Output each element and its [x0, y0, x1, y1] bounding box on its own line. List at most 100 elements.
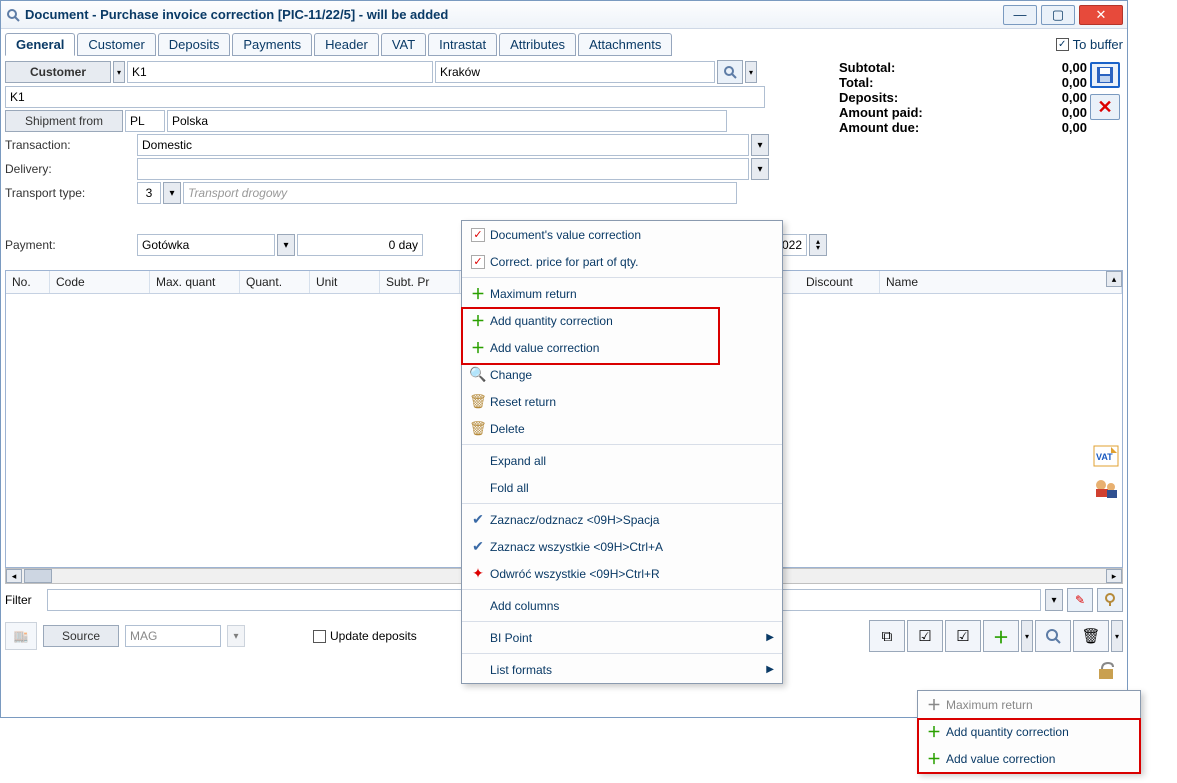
tool-delete-button[interactable]: 🗑: [1073, 620, 1109, 652]
lock-side-button[interactable]: [1091, 657, 1121, 683]
update-deposits-checkbox[interactable]: Update deposits: [313, 629, 417, 643]
payment-date-spinner[interactable]: ▴▾: [809, 234, 827, 256]
col-unit[interactable]: Unit: [310, 271, 380, 293]
customer-search-expand-button[interactable]: ▾: [745, 61, 757, 83]
delivery-field[interactable]: [137, 158, 749, 180]
deposits-label: Deposits:: [839, 90, 898, 105]
cm-delete[interactable]: 🗑Delete: [462, 415, 782, 442]
col-subt-pr[interactable]: Subt. Pr: [380, 271, 460, 293]
cm-add-columns[interactable]: Add columns: [462, 592, 782, 619]
shipment-from-button[interactable]: Shipment from: [5, 110, 123, 132]
transport-type-label: Transport type:: [5, 186, 135, 200]
tool-check2-button[interactable]: ☑: [945, 620, 981, 652]
save-button[interactable]: [1090, 62, 1120, 88]
cm-maximum-return[interactable]: ＋Maximum return: [462, 280, 782, 307]
payment-method-dropdown-button[interactable]: ▾: [277, 234, 295, 256]
transport-type-name-field[interactable]: Transport drogowy: [183, 182, 737, 204]
tab-attachments[interactable]: Attachments: [578, 33, 672, 56]
col-max-quant[interactable]: Max. quant: [150, 271, 240, 293]
cm-expand-all[interactable]: Expand all: [462, 447, 782, 474]
filter-apply-button[interactable]: ✎: [1067, 588, 1093, 612]
cm-odwroc-wszystkie[interactable]: ✦Odwróć wszystkie <09H>Ctrl+R: [462, 560, 782, 587]
scroll-up-button[interactable]: ▴: [1106, 271, 1122, 287]
cm-zaznacz-wszystkie[interactable]: ✔Zaznacz wszystkie <09H>Ctrl+A: [462, 533, 782, 560]
tool-add-button[interactable]: ＋: [983, 620, 1019, 652]
customer-name-field[interactable]: K1: [5, 86, 765, 108]
payment-days-field[interactable]: 0 day: [297, 234, 423, 256]
tab-deposits[interactable]: Deposits: [158, 33, 231, 56]
cm-add-value-correction[interactable]: ＋Add value correction: [462, 334, 782, 361]
customer-expand-button[interactable]: ▾: [113, 61, 125, 83]
total-value: 0,00: [1062, 75, 1087, 90]
sm-add-quantity-correction[interactable]: ＋Add quantity correction: [918, 718, 1140, 745]
cm-reset-return[interactable]: 🗑Reset return: [462, 388, 782, 415]
filter-dropdown-button[interactable]: ▾: [1045, 589, 1063, 611]
shipment-country-code-field[interactable]: PL: [125, 110, 165, 132]
col-name[interactable]: Name: [880, 271, 1122, 293]
vat-side-button[interactable]: VAT: [1091, 443, 1121, 469]
tool-search-button[interactable]: [1035, 620, 1071, 652]
total-label: Total:: [839, 75, 873, 90]
amount-paid-value: 0,00: [1062, 105, 1087, 120]
cm-fold-all[interactable]: Fold all: [462, 474, 782, 501]
tab-attributes[interactable]: Attributes: [499, 33, 576, 56]
tab-customer[interactable]: Customer: [77, 33, 155, 56]
cancel-button[interactable]: ✕: [1090, 94, 1120, 120]
source-button[interactable]: Source: [43, 625, 119, 647]
source-dropdown-button[interactable]: ▾: [227, 625, 245, 647]
scroll-right-button[interactable]: ▸: [1106, 569, 1122, 583]
people-side-button[interactable]: [1091, 475, 1121, 501]
transaction-dropdown-button[interactable]: ▾: [751, 134, 769, 156]
to-buffer-label: To buffer: [1073, 37, 1123, 52]
transaction-field[interactable]: Domestic: [137, 134, 749, 156]
col-quant[interactable]: Quant.: [240, 271, 310, 293]
tool-check1-button[interactable]: ☑: [907, 620, 943, 652]
context-menu: ✓Document's value correction ✓Correct. p…: [461, 220, 783, 684]
titlebar: Document - Purchase invoice correction […: [1, 1, 1127, 29]
col-code[interactable]: Code: [50, 271, 150, 293]
scroll-thumb[interactable]: [24, 569, 52, 583]
tool-add-expand-button[interactable]: ▾: [1021, 620, 1033, 652]
update-deposits-label: Update deposits: [330, 629, 417, 643]
submenu-arrow-icon: ▶: [766, 632, 774, 643]
minimize-button[interactable]: —: [1003, 5, 1037, 25]
scroll-left-button[interactable]: ◂: [6, 569, 22, 583]
col-no[interactable]: No.: [6, 271, 50, 293]
maximize-button[interactable]: ▢: [1041, 5, 1075, 25]
tab-general[interactable]: General: [5, 33, 75, 56]
delivery-label: Delivery:: [5, 162, 135, 176]
customer-city-field[interactable]: Kraków: [435, 61, 715, 83]
sm-maximum-return[interactable]: ＋Maximum return: [918, 691, 1140, 718]
tool-copy-button[interactable]: ⧉: [869, 620, 905, 652]
to-buffer-checkbox[interactable]: ✓ To buffer: [1056, 37, 1123, 52]
customer-button[interactable]: Customer: [5, 61, 111, 83]
cm-add-quantity-correction[interactable]: ＋Add quantity correction: [462, 307, 782, 334]
deposits-value: 0,00: [1062, 90, 1087, 105]
tab-payments[interactable]: Payments: [232, 33, 312, 56]
tab-vat[interactable]: VAT: [381, 33, 426, 56]
shipment-country-field[interactable]: Polska: [167, 110, 727, 132]
transport-type-dropdown-button[interactable]: ▾: [163, 182, 181, 204]
tab-header[interactable]: Header: [314, 33, 379, 56]
tool-delete-expand-button[interactable]: ▾: [1111, 620, 1123, 652]
cm-bi-point[interactable]: BI Point▶: [462, 624, 782, 651]
tab-intrastat[interactable]: Intrastat: [428, 33, 497, 56]
close-button[interactable]: ✕: [1079, 5, 1123, 25]
cm-document-value-correction[interactable]: ✓Document's value correction: [462, 221, 782, 248]
customer-code-field[interactable]: K1: [127, 61, 433, 83]
source-field[interactable]: MAG: [125, 625, 221, 647]
warehouse-button[interactable]: 🏬: [5, 622, 37, 650]
payment-method-field[interactable]: Gotówka: [137, 234, 275, 256]
transaction-label: Transaction:: [5, 138, 135, 152]
filter-config-button[interactable]: [1097, 588, 1123, 612]
sm-add-value-correction[interactable]: ＋Add value correction: [918, 745, 1140, 772]
transport-type-number-field[interactable]: 3: [137, 182, 161, 204]
delivery-dropdown-button[interactable]: ▾: [751, 158, 769, 180]
cm-change[interactable]: 🔍Change: [462, 361, 782, 388]
subtotal-value: 0,00: [1062, 60, 1087, 75]
cm-correct-price-part-qty[interactable]: ✓Correct. price for part of qty.: [462, 248, 782, 275]
cm-list-formats[interactable]: List formats▶: [462, 656, 782, 683]
customer-search-button[interactable]: [717, 60, 743, 84]
cm-zaznacz-odznacz[interactable]: ✔Zaznacz/odznacz <09H>Spacja: [462, 506, 782, 533]
col-discount[interactable]: Discount: [800, 271, 880, 293]
